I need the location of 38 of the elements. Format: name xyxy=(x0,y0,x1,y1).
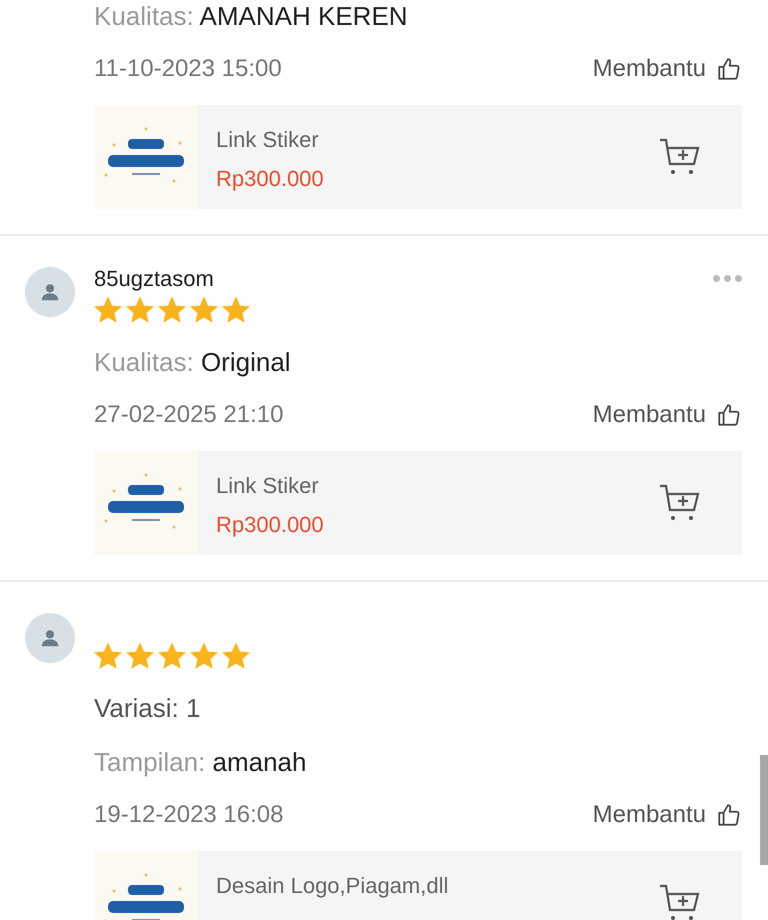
star-icon xyxy=(126,642,154,670)
review-text: Tampilan: amanah xyxy=(94,746,306,778)
star-icon xyxy=(158,642,186,670)
review-date: 27-02-2025 21:10 xyxy=(94,400,284,430)
avatar-icon xyxy=(25,267,75,317)
star-icon xyxy=(126,296,154,324)
product-name: Desain Logo,Piagam,dll xyxy=(216,872,450,900)
helpful-button[interactable]: Membantu xyxy=(592,51,742,87)
add-to-cart-icon[interactable] xyxy=(658,483,702,523)
scrollbar[interactable] xyxy=(760,755,768,865)
product-card[interactable]: Link Stiker Rp300.000 xyxy=(94,105,742,209)
thumbs-up-icon xyxy=(716,802,742,828)
username: 85ugztasom xyxy=(94,264,214,293)
review-date: 11-10-2023 15:00 xyxy=(94,54,282,84)
star-icon xyxy=(190,296,218,324)
add-to-cart-icon[interactable] xyxy=(658,137,702,177)
thumbs-up-icon xyxy=(716,56,742,82)
product-card[interactable]: Link Stiker Rp300.000 xyxy=(94,451,742,555)
product-price: Rp300.000 xyxy=(216,511,325,539)
helpful-button[interactable]: Membantu xyxy=(592,397,742,433)
star-icon xyxy=(94,642,122,670)
product-card[interactable]: Desain Logo,Piagam,dll xyxy=(94,851,742,920)
add-to-cart-icon[interactable] xyxy=(658,883,702,920)
avatar-icon xyxy=(25,613,75,663)
review-text: Variasi: 1 xyxy=(94,692,200,724)
star-icon xyxy=(190,642,218,670)
product-price: Rp300.000 xyxy=(216,165,325,193)
review-text: Kualitas: AMANAH KEREN xyxy=(94,0,408,32)
star-icon xyxy=(94,296,122,324)
thumbs-up-icon xyxy=(716,402,742,428)
review-date: 19-12-2023 16:08 xyxy=(94,800,284,830)
helpful-button[interactable]: Membantu xyxy=(592,797,742,833)
star-icon xyxy=(158,296,186,324)
product-name: Link Stiker xyxy=(216,472,320,500)
review-text: Kualitas: Original xyxy=(94,346,291,378)
star-icon xyxy=(222,642,250,670)
star-icon xyxy=(222,296,250,324)
product-name: Link Stiker xyxy=(216,126,320,154)
